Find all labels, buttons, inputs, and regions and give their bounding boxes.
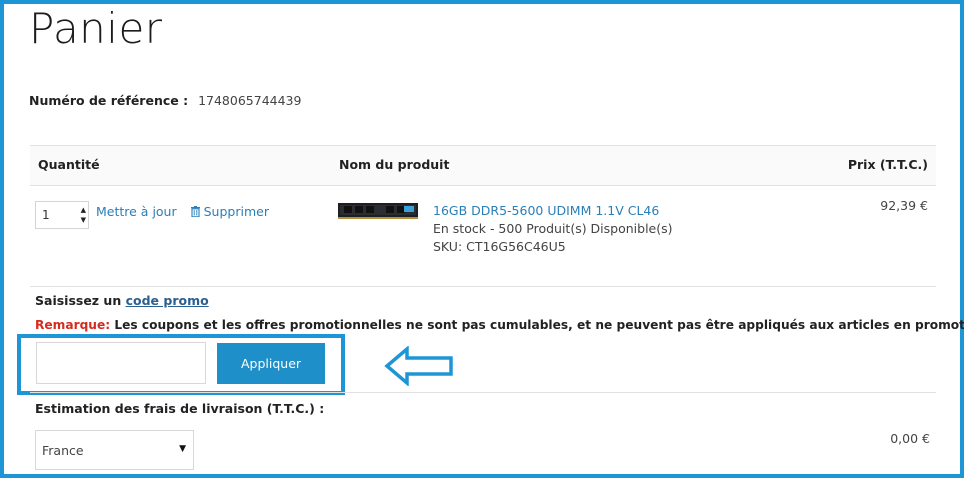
promo-label: Saisissez un code promo — [35, 293, 209, 308]
reference-label: Numéro de référence : — [29, 93, 189, 108]
reference-number: Numéro de référence : 1748065744439 — [29, 93, 301, 108]
update-link[interactable]: Mettre à jour — [96, 204, 177, 219]
product-image[interactable] — [338, 201, 418, 221]
shipping-price: 0,00 € — [890, 431, 930, 446]
remark-text: Les coupons et les offres promotionnelle… — [110, 318, 964, 332]
quantity-spinner-icon[interactable]: ▲ ▼ — [81, 205, 86, 225]
item-actions: Mettre à jour Supprimer — [96, 204, 269, 219]
remark-label: Remarque: — [35, 318, 111, 332]
delete-link[interactable]: Supprimer — [190, 204, 269, 219]
header-quantity: Quantité — [38, 157, 100, 172]
product-name-link[interactable]: 16GB DDR5-5600 UDIMM 1.1V CL46 — [433, 203, 659, 218]
product-price: 92,39 € — [880, 198, 928, 213]
country-select[interactable]: France ▼ — [35, 430, 194, 470]
left-arrow-icon — [384, 346, 453, 386]
product-sku: SKU: CT16G56C46U5 — [433, 239, 566, 254]
reference-value: 1748065744439 — [198, 93, 302, 108]
promo-code-link[interactable]: code promo — [126, 293, 209, 308]
section-divider — [30, 392, 936, 393]
cart-table-header: Quantité Nom du produit Prix (T.T.C.) — [30, 145, 936, 186]
delete-label: Supprimer — [203, 204, 269, 219]
caret-down-icon: ▼ — [179, 444, 186, 454]
header-price: Prix (T.T.C.) — [847, 157, 928, 172]
apply-button[interactable]: Appliquer — [217, 343, 325, 384]
product-stock: En stock - 500 Produit(s) Disponible(s) — [433, 221, 673, 236]
cart-table: Quantité Nom du produit Prix (T.T.C.) 1 … — [30, 145, 936, 287]
quantity-input[interactable]: 1 ▲ ▼ — [35, 201, 89, 229]
promo-label-prefix: Saisissez un — [35, 293, 122, 308]
shipping-label: Estimation des frais de livraison (T.T.C… — [35, 401, 325, 416]
quantity-value: 1 — [42, 208, 50, 222]
trash-icon — [190, 206, 200, 217]
page-title: Panier — [29, 4, 163, 53]
cart-item-row: 1 ▲ ▼ Mettre à jour Supprimer 16GB DDR5-… — [30, 186, 936, 287]
country-selected-value: France — [42, 443, 84, 458]
header-product-name: Nom du produit — [339, 157, 450, 172]
promo-remark: Remarque: Les coupons et les offres prom… — [35, 318, 964, 332]
promo-code-input[interactable] — [36, 342, 206, 384]
